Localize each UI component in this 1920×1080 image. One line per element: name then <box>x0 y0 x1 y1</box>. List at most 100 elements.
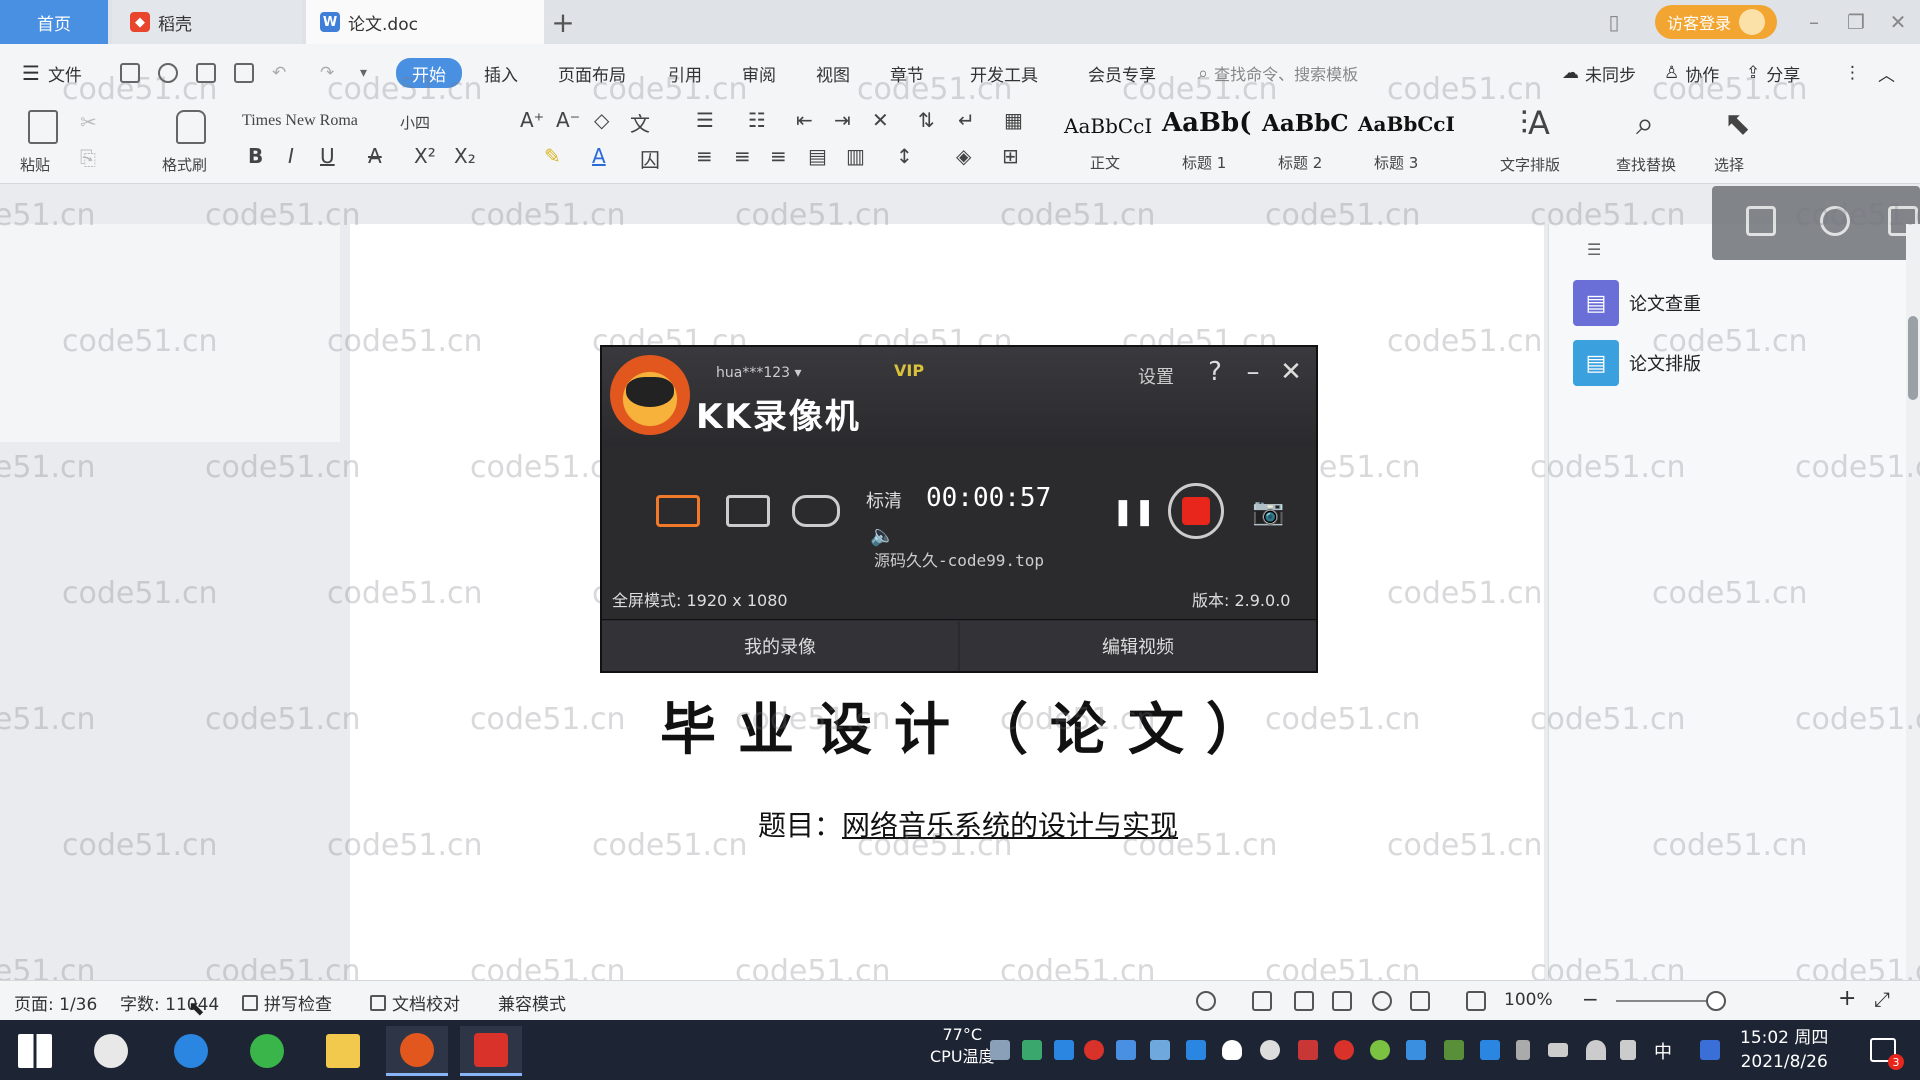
taskbar-app-swirl[interactable] <box>80 1026 142 1076</box>
kk-username[interactable]: hua***123 ▾ <box>716 365 802 381</box>
tray-app-icon[interactable] <box>1054 1040 1074 1060</box>
style-heading2-preview[interactable]: AaBbC <box>1262 110 1349 137</box>
system-clock[interactable]: 15:02 周四 2021/8/26 <box>1740 1026 1828 1074</box>
style-heading3-preview[interactable]: AaBbCcI <box>1358 112 1455 136</box>
show-marks-icon[interactable]: ↵ <box>958 108 975 132</box>
tab-view[interactable]: 视图 <box>816 58 850 88</box>
tab-chapter[interactable]: 章节 <box>890 58 924 88</box>
bluetooth-icon[interactable] <box>1480 1040 1500 1060</box>
reading-view-icon[interactable] <box>1332 991 1352 1011</box>
cpu-temperature[interactable]: 77°C CPU温度 <box>930 1024 995 1068</box>
shading-icon[interactable]: ◈ <box>956 144 971 168</box>
eye-protect-icon[interactable] <box>1196 991 1216 1011</box>
pane-item-thesis-format[interactable]: ▤ 论文排版 <box>1573 340 1701 386</box>
phonetic-icon[interactable]: 文 <box>630 108 650 137</box>
copy-icon[interactable]: ⎘ <box>80 146 96 170</box>
char-border-icon[interactable]: 囚 <box>640 144 660 173</box>
sync-status[interactable]: ☁ 未同步 <box>1562 58 1636 88</box>
outline-view-icon[interactable] <box>1294 991 1314 1011</box>
clear-format-icon[interactable]: ◇ <box>594 108 609 132</box>
fullscreen-icon[interactable]: ⤢ <box>1874 987 1890 1011</box>
my-recordings-button[interactable]: 我的录像 <box>602 621 958 671</box>
tray-app-icon[interactable] <box>1186 1040 1206 1060</box>
tab-review[interactable]: 审阅 <box>742 58 776 88</box>
pane-menu-icon[interactable]: ☰ <box>1587 240 1601 259</box>
tray-bell-icon[interactable] <box>1260 1040 1280 1060</box>
window-restore-icon[interactable]: ❐ <box>1838 0 1874 44</box>
tab-start[interactable]: 开始 <box>396 58 462 88</box>
tray-app-icon[interactable] <box>1334 1040 1354 1060</box>
strikethrough-icon[interactable]: A <box>368 144 382 168</box>
bold-button[interactable]: B <box>248 144 263 168</box>
justify-icon[interactable]: ▤ <box>808 144 827 168</box>
style-heading1-preview[interactable]: AaBb( <box>1162 108 1251 138</box>
align-right-icon[interactable]: ≡ <box>770 144 787 168</box>
tray-app-icon[interactable] <box>1444 1040 1464 1060</box>
command-search[interactable]: ⌕ 查找命令、搜索模板 <box>1198 58 1358 88</box>
zoom-out-icon[interactable]: − <box>1582 987 1599 1011</box>
page-view-icon[interactable] <box>1252 991 1272 1011</box>
kk-help-button[interactable]: ? <box>1200 355 1230 389</box>
print-preview-icon[interactable] <box>234 63 254 83</box>
vertical-scroll-thumb[interactable] <box>1908 316 1918 400</box>
tray-app-icon[interactable] <box>1370 1040 1390 1060</box>
write-mode-icon[interactable] <box>1410 991 1430 1011</box>
taskbar-app-kk[interactable] <box>386 1026 448 1076</box>
distribute-icon[interactable]: ▥ <box>846 144 865 168</box>
fit-page-icon[interactable] <box>1466 991 1486 1011</box>
kk-quality-select[interactable]: 标清 <box>866 487 902 513</box>
output-icon[interactable] <box>158 63 178 83</box>
chinese-layout-icon[interactable]: ✕ <box>872 108 889 132</box>
tab-document[interactable]: W 论文.doc <box>306 0 544 44</box>
tab-docer[interactable]: ◆ 稻壳 <box>112 0 302 44</box>
pane-item-plagiarism-check[interactable]: ▤ 论文查重 <box>1573 280 1701 326</box>
kk-close-button[interactable]: ✕ <box>1276 355 1306 389</box>
tray-app-icon[interactable] <box>1116 1040 1136 1060</box>
tray-app-icon[interactable] <box>1406 1040 1426 1060</box>
input-method-indicator[interactable]: 中 <box>1654 1038 1672 1064</box>
align-left-icon[interactable]: ≡ <box>696 144 713 168</box>
redo-icon[interactable]: ↷ <box>320 58 334 88</box>
tab-home[interactable]: 首页 <box>0 0 108 44</box>
pane-tool-refresh-icon[interactable] <box>1820 206 1850 236</box>
taskbar-app-360[interactable] <box>236 1026 298 1076</box>
tray-search-icon[interactable] <box>1700 1040 1720 1060</box>
tray-shield-icon[interactable] <box>1222 1040 1242 1060</box>
usb-icon[interactable] <box>1516 1040 1530 1060</box>
page-indicator[interactable]: 页面: 1/36 <box>14 990 97 1015</box>
volume-icon[interactable]: 🔈 <box>870 523 895 547</box>
text-layout-icon[interactable]: ⫶A <box>1520 104 1550 143</box>
new-tab-button[interactable]: + <box>548 0 578 44</box>
table-icon[interactable]: ▦ <box>1004 108 1023 132</box>
font-size-select[interactable]: 小四 <box>400 112 430 133</box>
share-button[interactable]: ⇪ 分享 <box>1746 58 1800 88</box>
guest-login-button[interactable]: 访客登录 <box>1655 5 1777 39</box>
more-options-icon[interactable]: ⋮ <box>1844 58 1861 88</box>
window-minimize-icon[interactable]: – <box>1796 0 1832 44</box>
numbered-list-icon[interactable]: ☷ <box>748 108 766 132</box>
pause-icon[interactable]: ❚❚ <box>1112 497 1156 527</box>
increase-indent-icon[interactable]: ⇥ <box>834 108 851 132</box>
undo-icon[interactable]: ↶ <box>272 58 286 88</box>
grow-font-icon[interactable]: A⁺ <box>520 108 544 132</box>
collapse-ribbon-icon[interactable]: ︿ <box>1878 58 1895 88</box>
line-spacing-icon[interactable]: ↕ <box>896 144 913 168</box>
web-view-icon[interactable] <box>1372 991 1392 1011</box>
tab-page-layout[interactable]: 页面布局 <box>558 58 626 88</box>
window-close-icon[interactable]: ✕ <box>1880 0 1916 44</box>
superscript-icon[interactable]: X² <box>414 144 436 168</box>
cut-icon[interactable]: ✂ <box>80 110 97 134</box>
underline-button[interactable]: U <box>320 144 335 168</box>
tray-app-icon[interactable] <box>1022 1040 1042 1060</box>
pane-tool-copy-icon[interactable] <box>1746 206 1776 236</box>
border-icon[interactable]: ⊞ <box>1002 144 1019 168</box>
tray-app-icon[interactable] <box>1298 1040 1318 1060</box>
italic-button[interactable]: I <box>288 144 294 168</box>
speaker-icon[interactable] <box>1620 1040 1636 1060</box>
kk-settings-button[interactable]: 设置 <box>1138 363 1174 389</box>
battery-icon[interactable] <box>1548 1043 1568 1057</box>
tab-developer[interactable]: 开发工具 <box>970 58 1038 88</box>
format-painter-icon[interactable] <box>176 110 206 144</box>
tab-references[interactable]: 引用 <box>668 58 702 88</box>
decrease-indent-icon[interactable]: ⇤ <box>796 108 813 132</box>
